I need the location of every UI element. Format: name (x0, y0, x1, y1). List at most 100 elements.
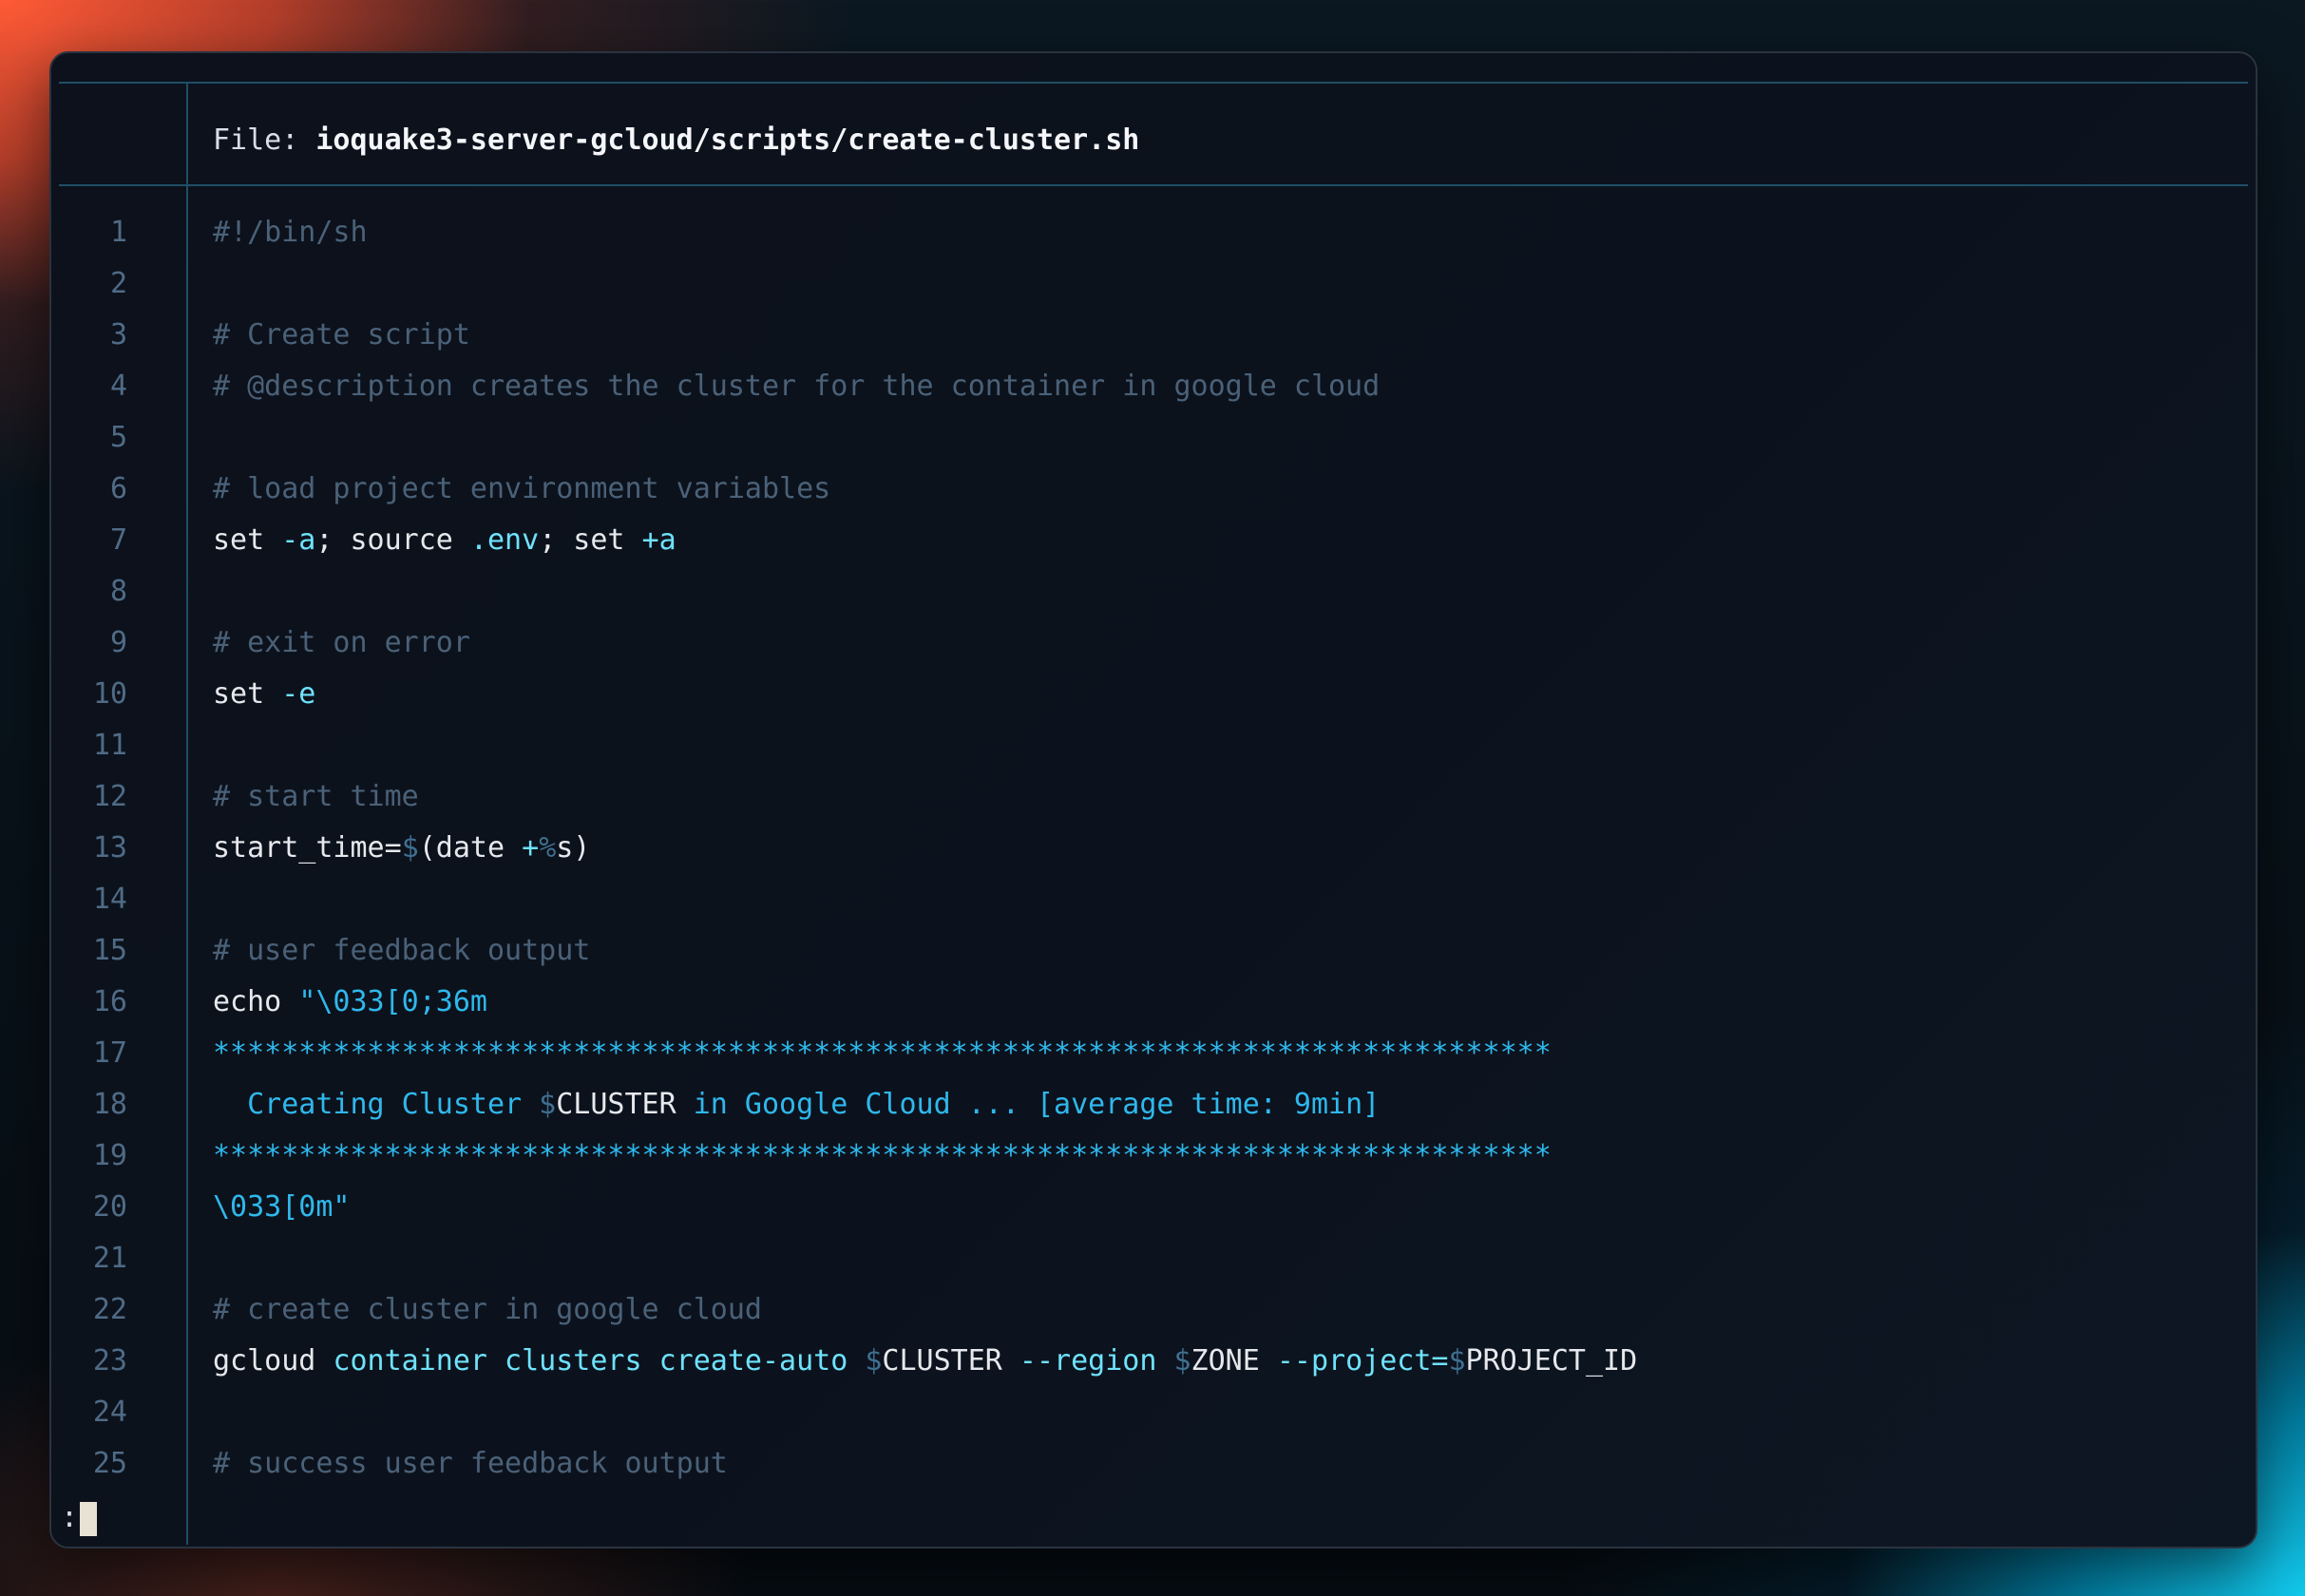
code-token: # Create script (213, 318, 470, 352)
line-text: # success user feedback output (213, 1438, 728, 1490)
code-line: 12 # start time (51, 771, 2256, 823)
code-line: 17 **************************************… (51, 1028, 2256, 1079)
pager-window: File: ioquake3-server-gcloud/scripts/cre… (49, 51, 2257, 1548)
code-token: --project= (1276, 1344, 1449, 1378)
line-number: 18 (92, 1088, 127, 1121)
line-number: 14 (92, 883, 127, 916)
line-text: # @description creates the cluster for t… (213, 361, 1380, 412)
code-token: --region (1019, 1344, 1174, 1378)
code-line: 25 # success user feedback output (51, 1438, 2256, 1490)
line-text: ****************************************… (213, 1028, 1552, 1079)
code-token: PROJECT_ID (1465, 1344, 1638, 1378)
line-text: #!/bin/sh (213, 207, 368, 258)
code-token: + (522, 831, 540, 864)
line-number: 4 (109, 370, 127, 403)
code-token: # load project environment variables (213, 472, 831, 505)
code-token: ****************************************… (213, 1139, 1552, 1172)
file-header: File: ioquake3-server-gcloud/scripts/cre… (213, 117, 1139, 164)
code-line: 18 Creating Cluster $CLUSTER in Google C… (51, 1079, 2256, 1130)
line-number: 20 (92, 1190, 127, 1224)
line-number: 8 (109, 575, 127, 608)
code-line: 24 (51, 1387, 2256, 1438)
code-line: 1 #!/bin/sh (51, 207, 2256, 258)
header-bottom-rule (59, 184, 2248, 186)
line-number: 9 (109, 626, 127, 659)
code-token: "\033[0;36m (298, 985, 487, 1018)
code-line: 16 echo "\033[0;36m (51, 977, 2256, 1028)
line-number: 2 (109, 267, 127, 300)
code-token: $ (401, 831, 419, 864)
code-token: # user feedback output (213, 934, 591, 967)
header-top-rule (59, 82, 2248, 84)
code-token: Creating Cluster (213, 1088, 540, 1121)
line-text: set -a; source .env; set +a (213, 515, 676, 566)
code-token: $ (1448, 1344, 1466, 1378)
code-line: 10 set -e (51, 669, 2256, 720)
code-line: 2 (51, 258, 2256, 310)
code-token: $ (865, 1344, 883, 1378)
line-number: 21 (92, 1242, 127, 1275)
code-line: 15 # user feedback output (51, 925, 2256, 977)
code-line: 7 set -a; source .env; set +a (51, 515, 2256, 566)
code-token: -e (281, 677, 316, 711)
line-number: 7 (109, 523, 127, 557)
code-token: set (213, 677, 282, 711)
text-cursor (80, 1501, 98, 1536)
line-text: # start time (213, 771, 419, 823)
line-text: set -e (213, 669, 315, 720)
code-token: $ (539, 1088, 557, 1121)
line-number: 16 (92, 985, 127, 1018)
line-number: 13 (92, 831, 127, 864)
line-text: start_time=$(date +%s) (213, 823, 590, 874)
code-token: # @description creates the cluster for t… (213, 370, 1381, 403)
code-token: s) (556, 831, 591, 864)
code-token: in Google Cloud ... [average time: 9min] (676, 1088, 1381, 1121)
line-number: 3 (109, 318, 127, 352)
line-number: 11 (92, 729, 127, 762)
code-line: 19 **************************************… (51, 1130, 2256, 1182)
code-token: .env (469, 523, 540, 557)
code-token: #!/bin/sh (213, 216, 368, 249)
code-token: $ (1173, 1344, 1191, 1378)
file-name: ioquake3-server-gcloud/scripts/create-cl… (315, 124, 1140, 157)
code-token: # start time (213, 780, 419, 813)
code-line: 3 # Create script (51, 310, 2256, 361)
code-token: ; source (315, 523, 470, 557)
code-token: set (213, 523, 282, 557)
line-text: echo "\033[0;36m (213, 977, 487, 1028)
line-text: # exit on error (213, 618, 470, 669)
code-token: % (539, 831, 557, 864)
code-line: 9 # exit on error (51, 618, 2256, 669)
code-token: container clusters create-auto (333, 1344, 866, 1378)
line-text: Creating Cluster $CLUSTER in Google Clou… (213, 1079, 1380, 1130)
code-line: 11 (51, 720, 2256, 771)
code-view: 1 #!/bin/sh 2 3 # Create script 4 # @descripti… (51, 207, 2256, 1490)
line-text: ****************************************… (213, 1130, 1552, 1182)
code-line: 23 gcloud container clusters create-auto … (51, 1336, 2256, 1387)
code-token: \033[0m" (213, 1190, 351, 1224)
pager-prompt[interactable]: : (61, 1499, 98, 1537)
code-token: ****************************************… (213, 1036, 1552, 1070)
line-number: 24 (92, 1396, 127, 1429)
code-line: 21 (51, 1233, 2256, 1284)
code-line: 14 (51, 874, 2256, 925)
line-text: gcloud container clusters create-auto $C… (213, 1336, 1637, 1387)
file-label: File: (213, 124, 316, 157)
code-token: # success user feedback output (213, 1447, 728, 1480)
code-token: CLUSTER (556, 1088, 676, 1121)
code-token: +a (641, 523, 676, 557)
code-line: 4 # @description creates the cluster for … (51, 361, 2256, 412)
code-token: echo (213, 985, 299, 1018)
line-number: 15 (92, 934, 127, 967)
code-token: CLUSTER (882, 1344, 1019, 1378)
code-line: 8 (51, 566, 2256, 618)
code-token: ZONE (1191, 1344, 1277, 1378)
code-token: ; set (539, 523, 642, 557)
code-line: 13 start_time=$(date +%s) (51, 823, 2256, 874)
line-text: # create cluster in google cloud (213, 1284, 762, 1336)
code-token: # create cluster in google cloud (213, 1293, 762, 1326)
line-number: 12 (92, 780, 127, 813)
line-number: 22 (92, 1293, 127, 1326)
line-number: 1 (109, 216, 127, 249)
code-line: 6 # load project environment variables (51, 464, 2256, 515)
